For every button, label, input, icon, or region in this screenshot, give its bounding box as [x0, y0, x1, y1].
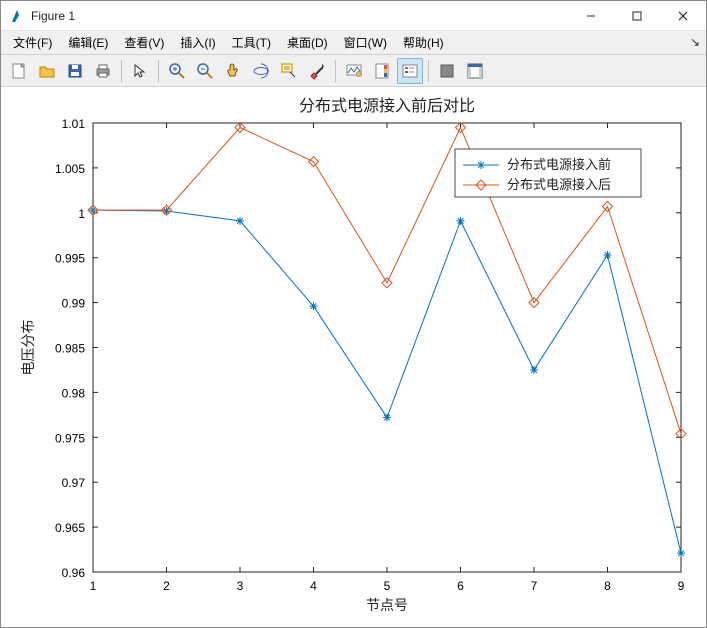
legend-item-0: 分布式电源接入前: [507, 157, 611, 172]
y-tick-label: 1: [78, 207, 85, 221]
legend-icon[interactable]: [397, 58, 423, 84]
x-tick-label: 8: [604, 579, 611, 593]
minimize-button[interactable]: [568, 1, 614, 31]
y-tick-label: 1.005: [55, 162, 85, 176]
menu-edit[interactable]: 编辑(E): [60, 32, 116, 53]
save-icon[interactable]: [62, 58, 88, 84]
window-title: Figure 1: [31, 9, 75, 23]
hide-plot-tools-icon[interactable]: [434, 58, 460, 84]
x-tick-label: 5: [384, 579, 391, 593]
toolbar: [1, 55, 706, 87]
x-tick-label: 6: [457, 579, 464, 593]
y-tick-label: 0.97: [62, 476, 86, 490]
new-figure-icon[interactable]: [6, 58, 32, 84]
y-tick-label: 0.975: [55, 431, 85, 445]
menu-tools[interactable]: 工具(T): [224, 32, 279, 53]
axes[interactable]: 1 2 3 4 5 6 7 8 9 0.96 0.965 0.97 0.975 0.98 0.985 0.99…: [1, 87, 706, 627]
x-tick-label: 9: [678, 579, 685, 593]
x-tick-label: 4: [310, 579, 317, 593]
legend-item-1: 分布式电源接入后: [507, 177, 611, 192]
x-tick-label: 1: [90, 579, 97, 593]
show-plot-tools-icon[interactable]: [462, 58, 488, 84]
pointer-icon[interactable]: [127, 58, 153, 84]
print-icon[interactable]: [90, 58, 116, 84]
menu-insert[interactable]: 插入(I): [172, 32, 223, 53]
y-tick-label: 0.995: [55, 252, 85, 266]
menu-desktop[interactable]: 桌面(D): [279, 32, 336, 53]
maximize-button[interactable]: [614, 1, 660, 31]
y-tick-label: 1.01: [62, 117, 86, 131]
x-tick-label: 3: [237, 579, 244, 593]
x-tick-label: 7: [531, 579, 538, 593]
menu-help[interactable]: 帮助(H): [395, 32, 452, 53]
chevron-icon[interactable]: ↘: [690, 35, 700, 49]
matlab-icon: [9, 8, 25, 24]
x-tick-label: 2: [163, 579, 170, 593]
link-icon[interactable]: [341, 58, 367, 84]
figure-area[interactable]: 1 2 3 4 5 6 7 8 9 0.96 0.965 0.97 0.975 0.98 0.985 0.99…: [1, 87, 706, 627]
data-cursor-icon[interactable]: [276, 58, 302, 84]
y-tick-label: 0.96: [62, 566, 86, 580]
y-tick-label: 0.985: [55, 342, 85, 356]
menu-view[interactable]: 查看(V): [116, 32, 172, 53]
y-axis-label: 电压分布: [20, 320, 36, 376]
plot-title: 分布式电源接入前后对比: [299, 97, 475, 115]
zoom-in-icon[interactable]: [164, 58, 190, 84]
y-tick-label: 0.99: [62, 297, 86, 311]
y-tick-label: 0.965: [55, 521, 85, 535]
close-button[interactable]: [660, 1, 706, 31]
y-tick-label: 0.98: [62, 386, 86, 400]
menubar: 文件(F) 编辑(E) 查看(V) 插入(I) 工具(T) 桌面(D) 窗口(W…: [1, 31, 706, 55]
titlebar: Figure 1: [1, 1, 706, 31]
x-axis-label: 节点号: [366, 597, 408, 613]
menu-file[interactable]: 文件(F): [5, 32, 60, 53]
colorbar-icon[interactable]: [369, 58, 395, 84]
open-icon[interactable]: [34, 58, 60, 84]
brush-icon[interactable]: [304, 58, 330, 84]
rotate3d-icon[interactable]: [248, 58, 274, 84]
menu-window[interactable]: 窗口(W): [336, 32, 395, 53]
pan-icon[interactable]: [220, 58, 246, 84]
zoom-out-icon[interactable]: [192, 58, 218, 84]
